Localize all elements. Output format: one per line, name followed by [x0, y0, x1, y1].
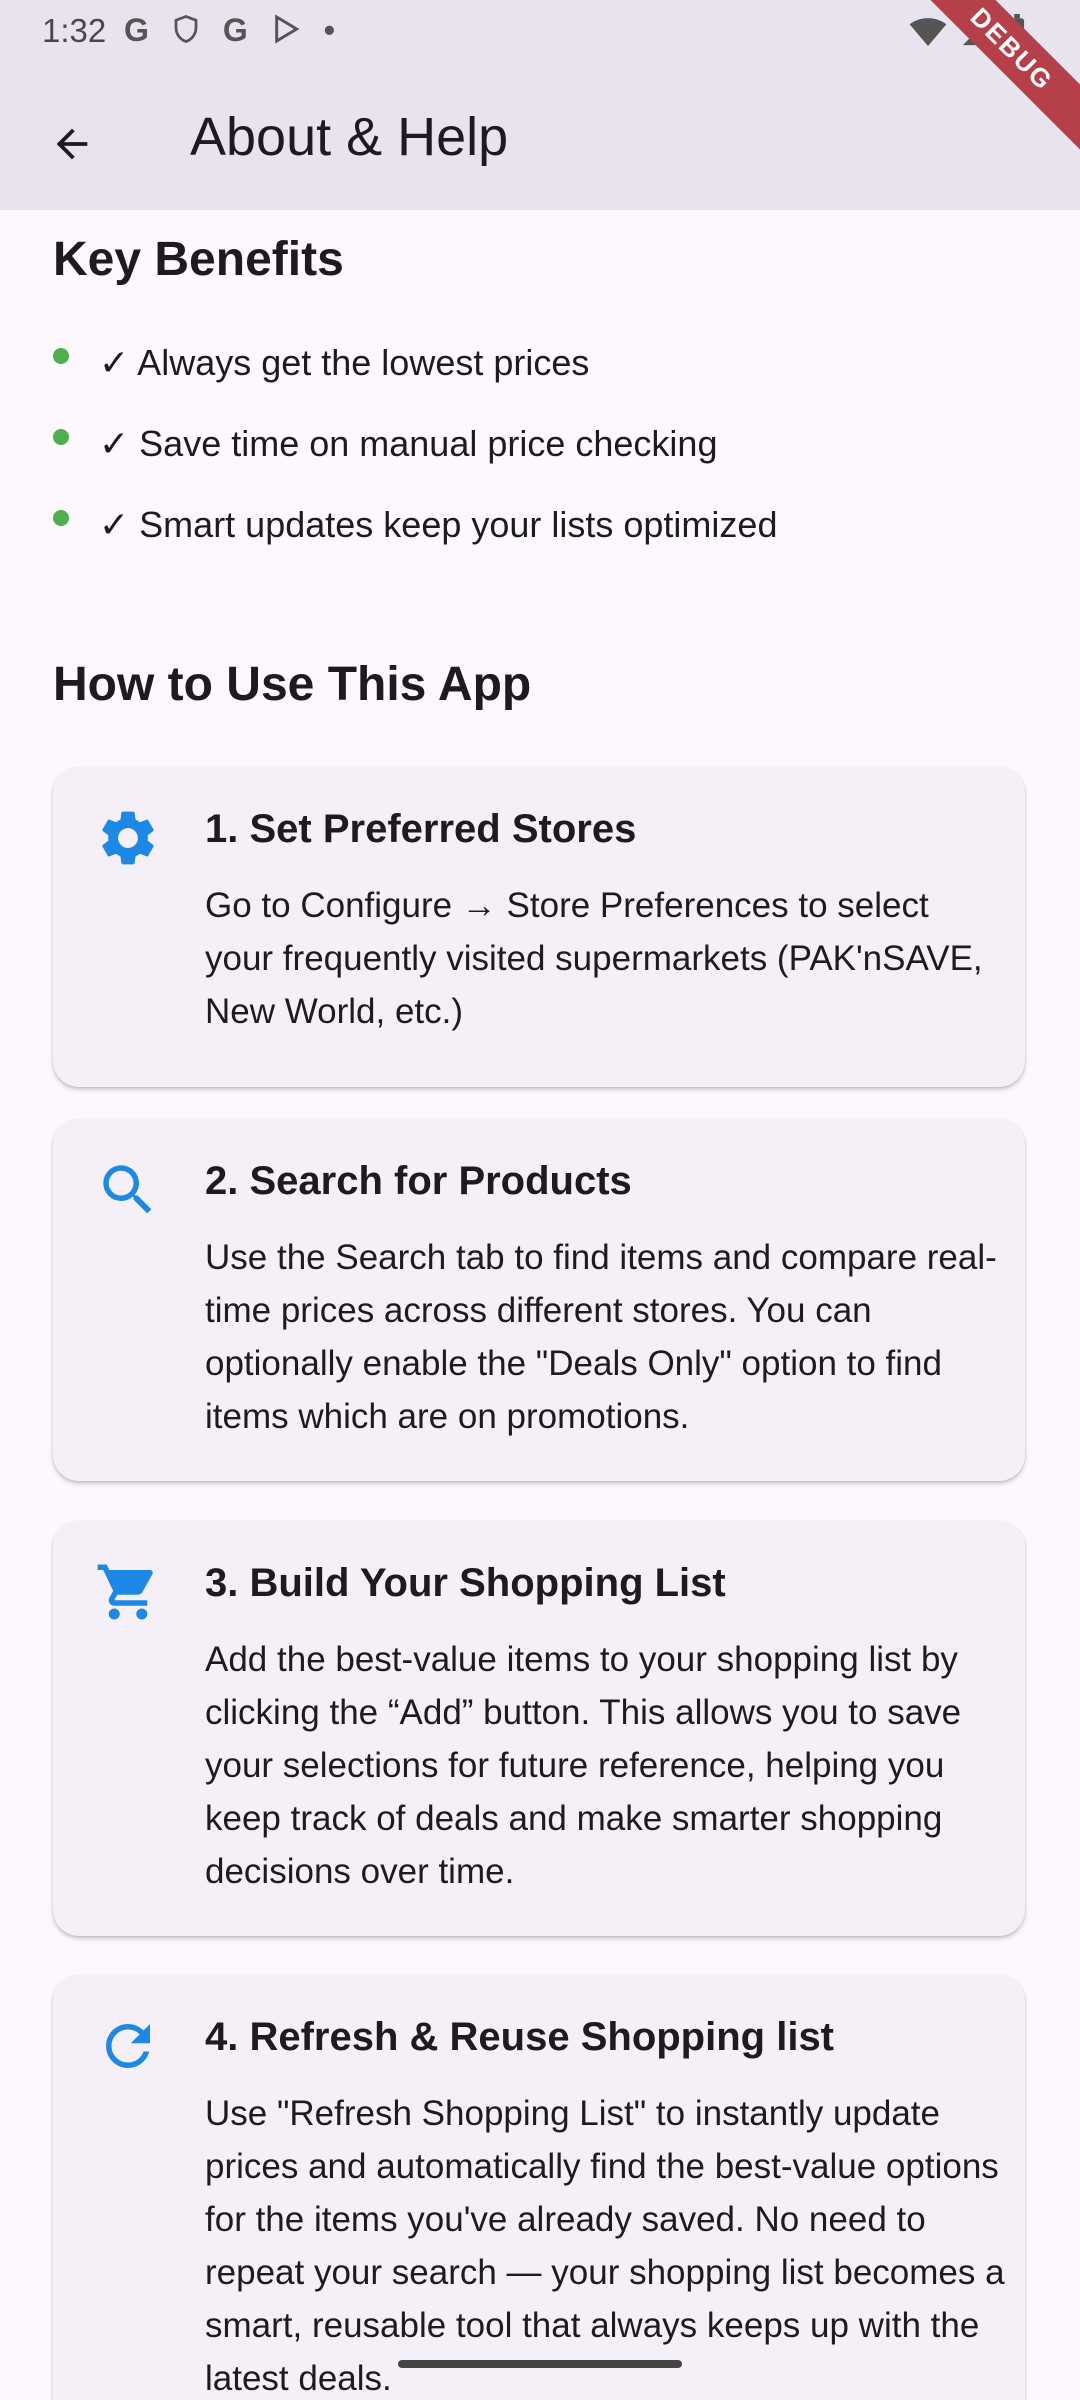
benefit-item: ✓ Always get the lowest prices — [53, 342, 589, 384]
bullet-icon — [53, 429, 69, 445]
search-icon — [103, 1165, 152, 1214]
play-icon — [274, 14, 300, 44]
notification-icons: G G • — [124, 12, 335, 49]
cart-icon — [97, 1564, 153, 1620]
card-title: 2. Search for Products — [205, 1159, 632, 1203]
benefit-text: ✓ Smart updates keep your lists optimize… — [99, 504, 778, 545]
key-benefits-heading: Key Benefits — [53, 233, 344, 286]
benefit-item: ✓ Smart updates keep your lists optimize… — [53, 504, 777, 546]
status-bar: 1:32 G G • — [0, 0, 1080, 64]
page-title: About & Help — [190, 107, 509, 167]
card-title: 1. Set Preferred Stores — [205, 807, 637, 851]
gear-icon — [102, 811, 154, 865]
how-to-use-heading: How to Use This App — [53, 658, 532, 711]
shield-icon — [174, 15, 198, 43]
bullet-icon — [53, 510, 69, 526]
card-title: 4. Refresh & Reuse Shopping list — [205, 2015, 835, 2059]
refresh-icon — [106, 2024, 150, 2068]
back-button[interactable] — [30, 102, 114, 186]
home-indicator[interactable] — [398, 2360, 682, 2368]
help-card-preferred-stores: 1. Set Preferred Stores Go to Configure … — [53, 767, 1025, 1087]
bullet-icon — [53, 348, 69, 364]
google-icon: G — [222, 12, 248, 48]
app-bar: About & Help — [0, 64, 1080, 210]
benefit-text: ✓ Always get the lowest prices — [99, 342, 590, 383]
help-card-shopping-list: 3. Build Your Shopping List Add the best… — [53, 1521, 1025, 1936]
card-title: 3. Build Your Shopping List — [205, 1561, 726, 1605]
benefit-item: ✓ Save time on manual price checking — [53, 423, 717, 465]
status-time: 1:32 — [42, 12, 107, 49]
help-card-search: 2. Search for Products Use the Search ta… — [53, 1119, 1025, 1481]
card-body: Use "Refresh Shopping List" to instantly… — [205, 2094, 1005, 2398]
wifi-icon — [909, 18, 947, 46]
google-icon: G — [124, 12, 149, 48]
scroll-content[interactable]: Key Benefits ✓ Always get the lowest pri… — [0, 210, 1080, 2400]
arrow-back-icon — [56, 128, 88, 160]
card-body: Add the best-value items to your shoppin… — [205, 1640, 962, 1891]
card-body: Use the Search tab to find items and com… — [205, 1238, 997, 1436]
dot-icon: • — [323, 12, 335, 48]
card-body: Go to Configure → Store Preferences to s… — [205, 886, 983, 1031]
help-card-refresh: 4. Refresh & Reuse Shopping list Use "Re… — [53, 1975, 1025, 2400]
benefit-text: ✓ Save time on manual price checking — [99, 423, 718, 464]
